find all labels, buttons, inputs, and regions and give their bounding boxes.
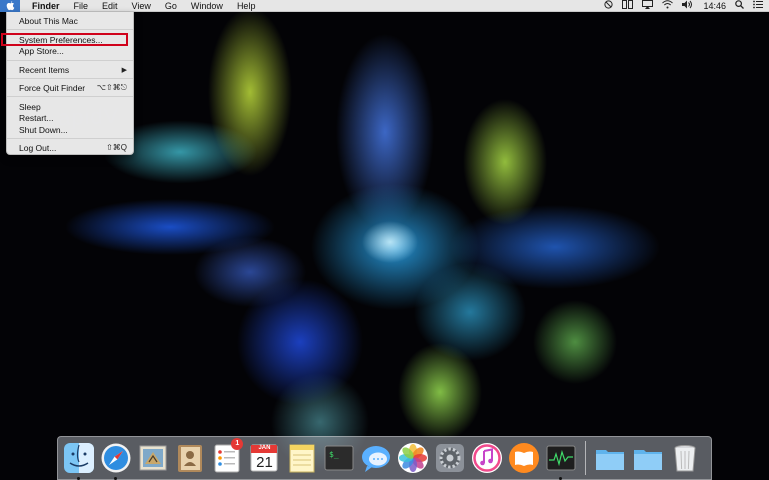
menu-item-label: Force Quit Finder <box>19 82 86 93</box>
airplay-icon[interactable] <box>642 0 654 12</box>
photos-icon <box>397 442 429 474</box>
activity-monitor-icon <box>545 442 577 474</box>
menu-help[interactable]: Help <box>230 0 263 12</box>
highlight-box <box>1 33 128 46</box>
menu-item-label: App Store... <box>19 45 64 56</box>
calendar-day: 21 <box>256 454 273 471</box>
svg-text:$_: $_ <box>329 450 339 459</box>
menu-separator <box>7 96 133 97</box>
dock-photos[interactable] <box>397 442 429 474</box>
dock-ibooks[interactable] <box>508 442 540 474</box>
dock-activity-monitor[interactable] <box>545 442 577 480</box>
menu-item-app-store[interactable]: App Store... <box>7 45 133 56</box>
safari-icon <box>100 442 132 474</box>
menu-bar: Finder File Edit View Go Window Help 14:… <box>0 0 769 12</box>
menu-item-restart[interactable]: Restart... <box>7 112 133 123</box>
menu-item-shut-down[interactable]: Shut Down... <box>7 124 133 135</box>
terminal-icon: $_ <box>323 442 355 474</box>
dock-contacts[interactable] <box>174 442 206 474</box>
messages-icon <box>360 442 392 474</box>
menu-file[interactable]: File <box>67 0 96 12</box>
menu-item-log-out[interactable]: Log Out... ⇧⌘Q <box>7 142 133 153</box>
do-not-disturb-icon[interactable] <box>604 0 614 12</box>
contacts-icon <box>174 442 206 474</box>
menu-item-shortcut: ⇧⌘Q <box>106 143 127 152</box>
spotlight-search-icon[interactable] <box>735 0 744 12</box>
dock-reminders[interactable]: 1 <box>211 438 244 474</box>
dock-system-preferences[interactable] <box>434 442 466 474</box>
split-view-icon[interactable] <box>622 0 634 12</box>
menu-separator <box>7 138 133 139</box>
dock-applications-folder[interactable] <box>594 442 626 474</box>
documents-folder-icon <box>632 442 664 474</box>
dock-notes[interactable] <box>286 442 318 474</box>
trash-icon <box>669 442 701 474</box>
dock-mail[interactable] <box>137 442 169 474</box>
applications-folder-icon <box>594 442 626 474</box>
submenu-arrow-icon: ▶ <box>121 66 127 74</box>
menu-item-shortcut: ⌥⇧⌘⎋ <box>96 82 127 92</box>
menu-item-sleep[interactable]: Sleep <box>7 101 133 112</box>
menu-view[interactable]: View <box>125 0 158 12</box>
itunes-icon <box>471 442 503 474</box>
apple-logo-icon[interactable] <box>0 0 20 12</box>
dock: 1 JAN 21 $_ <box>57 436 712 480</box>
dock-finder[interactable] <box>63 442 95 480</box>
notification-center-icon[interactable] <box>753 0 763 12</box>
wifi-icon[interactable] <box>662 0 674 12</box>
menu-edit[interactable]: Edit <box>95 0 125 12</box>
ibooks-icon <box>508 442 540 474</box>
dock-messages[interactable] <box>360 442 392 474</box>
menu-item-label: Shut Down... <box>19 124 68 135</box>
menu-window[interactable]: Window <box>184 0 230 12</box>
dock-itunes[interactable] <box>471 442 503 474</box>
status-area: 14:46 <box>595 0 769 12</box>
dock-separator <box>585 441 587 475</box>
dock-safari[interactable] <box>100 442 132 480</box>
menu-clock[interactable]: 14:46 <box>703 1 726 11</box>
menu-separator <box>7 29 133 30</box>
dock-trash[interactable] <box>669 442 701 474</box>
calendar-month: JAN <box>258 445 271 451</box>
menu-separator <box>7 60 133 61</box>
menu-item-label: Sleep <box>19 101 41 112</box>
menu-item-label: Restart... <box>19 112 54 123</box>
menu-item-label: Recent Items <box>19 64 70 75</box>
notes-icon <box>286 442 318 474</box>
menu-go[interactable]: Go <box>158 0 184 12</box>
mail-icon <box>137 442 169 474</box>
menu-item-label: About This Mac <box>19 15 78 26</box>
finder-icon <box>63 442 95 474</box>
menu-item-force-quit[interactable]: Force Quit Finder ⌥⇧⌘⎋ <box>7 82 133 93</box>
menu-item-label: Log Out... <box>19 142 57 153</box>
volume-icon[interactable] <box>682 0 693 12</box>
dock-calendar[interactable]: JAN 21 <box>248 442 280 474</box>
menu-separator <box>7 78 133 79</box>
system-preferences-icon <box>434 442 466 474</box>
menu-item-recent-items[interactable]: Recent Items ▶ <box>7 64 133 75</box>
menu-item-about-this-mac[interactable]: About This Mac <box>7 15 133 26</box>
dock-terminal[interactable]: $_ <box>323 442 355 474</box>
menu-finder[interactable]: Finder <box>20 0 67 12</box>
dock-documents-folder[interactable] <box>632 442 664 474</box>
